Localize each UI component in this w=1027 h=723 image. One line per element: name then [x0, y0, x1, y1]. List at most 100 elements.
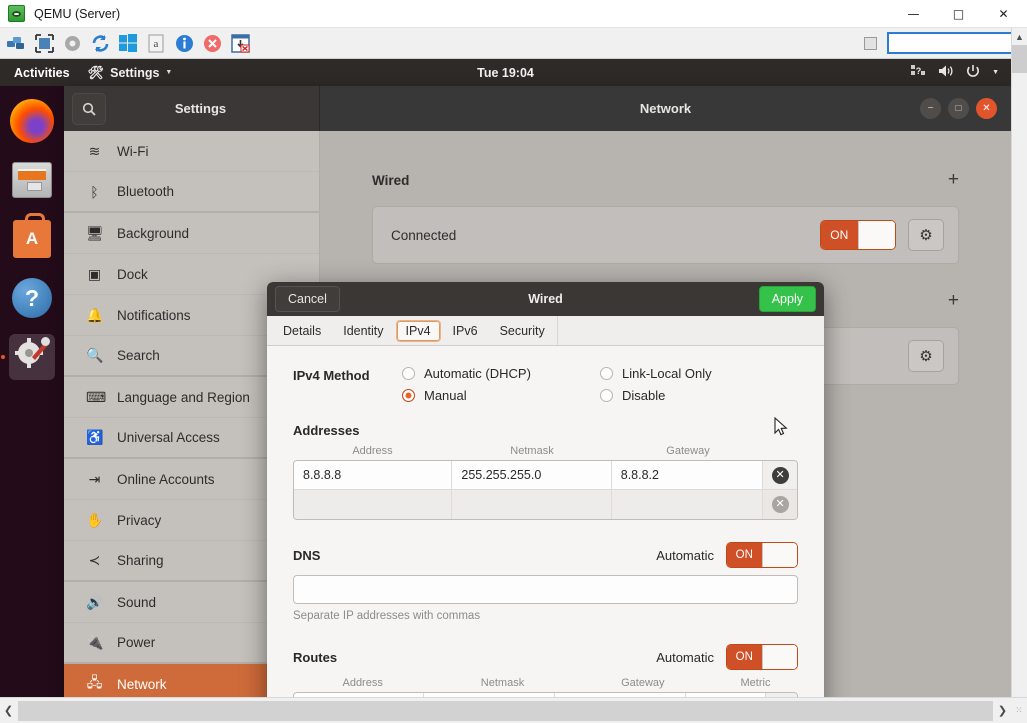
routes-block: Routes Automatic ON Address Netmask Gat	[293, 644, 798, 697]
dock-item-firefox[interactable]	[9, 98, 55, 144]
delete-circle-icon: ✕	[772, 467, 789, 484]
sound-icon: 🔊	[86, 594, 103, 611]
settings-close-button[interactable]: ✕	[976, 98, 997, 119]
cell-netmask[interactable]: 255.255.255.0	[452, 461, 611, 489]
add-wired-button[interactable]: +	[948, 169, 959, 191]
tabs-filler	[557, 316, 824, 345]
dock-item-ubuntu-software[interactable]: A	[9, 216, 55, 262]
horizontal-scrollbar[interactable]: ❮ ❯ ⁙	[0, 697, 1027, 723]
host-close-button[interactable]: ✕	[981, 0, 1026, 28]
dialog-body: IPv4 Method Automatic (DHCP) Manual	[267, 346, 824, 697]
radio-automatic-dhcp[interactable]: Automatic (DHCP)	[402, 366, 600, 381]
sidebar-item-bluetooth[interactable]: ᛒBluetooth	[64, 172, 319, 213]
wired-settings-gear-icon[interactable]: ⚙	[908, 219, 944, 251]
cell-netmask[interactable]	[452, 490, 611, 519]
connection-status-label: Connected	[391, 228, 456, 243]
tab-identity[interactable]: Identity	[333, 320, 393, 342]
host-minimize-button[interactable]: —	[891, 0, 936, 28]
addresses-title: Addresses	[293, 423, 359, 438]
second-settings-gear-icon[interactable]: ⚙	[908, 340, 944, 372]
text-input-icon[interactable]: a	[145, 32, 167, 54]
dns-toggle-knob	[762, 543, 798, 567]
radio-label: Link-Local Only	[622, 366, 712, 381]
toolbar-text-input[interactable]	[887, 32, 1025, 54]
power-icon: 🔌	[86, 634, 103, 651]
qemu-titlebar: QEMU (Server) — □ ✕	[0, 0, 1027, 28]
sidebar-item-label: Sharing	[117, 553, 164, 568]
dock-item-help[interactable]: ?	[9, 275, 55, 321]
host-maximize-button[interactable]: □	[936, 0, 981, 28]
refresh-icon[interactable]	[89, 32, 111, 54]
settings-minimize-button[interactable]: −	[920, 98, 941, 119]
screenshot-icon[interactable]	[229, 32, 251, 54]
apply-button[interactable]: Apply	[759, 286, 816, 312]
delete-row-button[interactable]: ✕	[763, 461, 797, 489]
close-circle-icon[interactable]	[201, 32, 223, 54]
wired-toggle[interactable]: ON	[820, 220, 896, 250]
cell-address[interactable]: 8.8.8.8	[294, 461, 452, 489]
settings-gear-icon[interactable]	[61, 32, 83, 54]
tab-security[interactable]: Security	[490, 320, 555, 342]
files-icon	[12, 162, 52, 198]
dns-automatic-toggle[interactable]: ON	[726, 542, 798, 568]
network-devices-icon[interactable]	[5, 32, 27, 54]
dock-item-settings[interactable]	[9, 334, 55, 380]
sidebar-item-label: Notifications	[117, 308, 191, 323]
scroll-right-arrow-icon[interactable]: ❯	[994, 700, 1011, 722]
search-icon: 🔍	[86, 347, 103, 364]
column-header-netmask: Netmask	[452, 445, 612, 457]
ipv4-method-row: IPv4 Method Automatic (DHCP) Manual	[293, 366, 798, 403]
tab-details[interactable]: Details	[273, 320, 331, 342]
add-second-button[interactable]: +	[948, 290, 959, 312]
radio-label: Automatic (DHCP)	[424, 366, 531, 381]
scroll-left-arrow-icon[interactable]: ❮	[0, 700, 17, 722]
chevron-down-icon: ▼	[165, 69, 172, 76]
column-header-netmask: Netmask	[432, 677, 572, 689]
status-tray[interactable]: ? ▼	[911, 64, 1011, 81]
radio-link-local-only[interactable]: Link-Local Only	[600, 366, 798, 381]
vertical-scrollbar[interactable]: ▲	[1011, 28, 1027, 723]
dock-item-files[interactable]	[9, 157, 55, 203]
cell-address[interactable]	[294, 490, 452, 519]
wired-section-header: Wired +	[372, 169, 959, 191]
dns-block: DNS Automatic ON Separate IP addresses w…	[293, 542, 798, 622]
radio-disable[interactable]: Disable	[600, 388, 798, 403]
search-icon[interactable]	[72, 93, 106, 125]
sidebar-item-wi-fi[interactable]: ≋Wi-Fi	[64, 131, 319, 172]
tab-ipv6[interactable]: IPv6	[443, 320, 488, 342]
vertical-scrollbar-thumb[interactable]	[1012, 45, 1027, 73]
routes-automatic-toggle[interactable]: ON	[726, 644, 798, 670]
scroll-up-arrow-icon[interactable]: ▲	[1012, 28, 1027, 45]
activities-button[interactable]: Activities	[0, 66, 80, 80]
cancel-button[interactable]: Cancel	[275, 286, 340, 312]
power-icon	[966, 64, 980, 81]
radio-manual[interactable]: Manual	[402, 388, 600, 403]
scrollbar-corner: ⁙	[1011, 700, 1027, 722]
routes-title: Routes	[293, 650, 337, 665]
info-icon[interactable]	[173, 32, 195, 54]
universal-access-icon: ♿	[86, 429, 103, 446]
settings-sidebar-header: Settings	[64, 86, 320, 131]
tab-ipv4[interactable]: IPv4	[396, 320, 441, 342]
horizontal-scrollbar-thumb[interactable]	[18, 701, 993, 721]
settings-maximize-button[interactable]: □	[948, 98, 969, 119]
windows-key-icon[interactable]	[117, 32, 139, 54]
app-menu-settings[interactable]: 🛠 Settings ▼	[80, 65, 181, 81]
delete-row-button[interactable]: ✕	[763, 490, 797, 519]
column-header-address: Address	[293, 445, 452, 457]
clock[interactable]: Tue 19:04	[477, 66, 534, 80]
routes-toggle-knob	[762, 645, 798, 669]
sidebar-item-background[interactable]: 🖥Background	[64, 213, 319, 254]
sidebar-item-label: Language and Region	[117, 390, 250, 405]
host-window-controls: — □ ✕	[891, 0, 1027, 28]
dns-input[interactable]	[293, 575, 798, 604]
sidebar-item-label: Network	[117, 677, 167, 692]
screen: QEMU (Server) — □ ✕ a	[0, 0, 1027, 723]
sharing-icon: ≺	[86, 552, 103, 569]
dialog-title: Wired	[528, 292, 563, 306]
cell-gateway[interactable]	[612, 490, 763, 519]
notifications-icon: 🔔	[86, 307, 103, 324]
fullscreen-icon[interactable]	[33, 32, 55, 54]
cell-gateway[interactable]: 8.8.8.2	[612, 461, 763, 489]
settings-header: Settings Network − □ ✕	[64, 86, 1011, 131]
